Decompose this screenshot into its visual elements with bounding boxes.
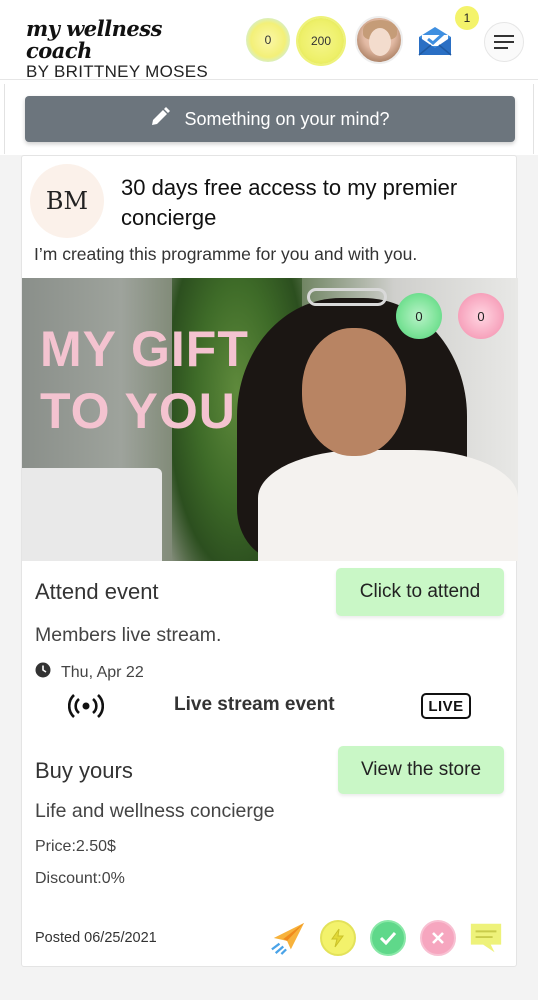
check-icon[interactable]: [370, 920, 406, 956]
event-name: Members live stream.: [35, 624, 222, 646]
post-card: BM 30 days free access to my premier con…: [21, 155, 518, 967]
pencil-icon: [150, 106, 171, 132]
posted-date: Posted 06/25/2021: [35, 930, 157, 946]
event-heading: Attend event: [35, 579, 159, 604]
reaction-pink[interactable]: 0: [458, 293, 504, 339]
paper-plane-icon[interactable]: [270, 920, 306, 956]
live-badge: LIVE: [421, 693, 471, 719]
logo-title: my wellness coach: [26, 16, 162, 63]
notification-badge: 1: [455, 6, 479, 30]
event-date: Thu, Apr 22: [61, 663, 144, 681]
product-discount: Discount:0%: [35, 870, 125, 887]
credits-coin[interactable]: 200: [298, 18, 344, 64]
post-image[interactable]: MY GIFT TO YOU 0 0: [22, 278, 518, 561]
live-stream-label: Live stream event: [174, 694, 335, 715]
attend-button[interactable]: Click to attend: [336, 568, 504, 616]
clock-icon: [35, 662, 51, 683]
post-subtitle: I’m creating this programme for you and …: [34, 244, 418, 264]
credits-value: 200: [310, 34, 332, 48]
live-stream-row: Live stream event LIVE: [22, 688, 518, 724]
product-name: Life and wellness concierge: [35, 800, 275, 822]
author-avatar[interactable]: BM: [30, 164, 104, 238]
points-coin[interactable]: 0: [246, 18, 290, 62]
broadcast-icon: [67, 692, 105, 725]
lightning-icon[interactable]: [320, 920, 356, 956]
logo-byline: BY BRITTNEY MOSES: [26, 62, 209, 81]
close-icon[interactable]: [420, 920, 456, 956]
post-title: 30 days free access to my premier concie…: [121, 175, 458, 230]
brand-logo[interactable]: my wellness coach BY BRITTNEY MOSES: [26, 18, 226, 82]
compose-button[interactable]: Something on your mind?: [25, 96, 515, 142]
chat-icon[interactable]: [468, 920, 504, 956]
product-price: Price:2.50$: [35, 838, 116, 855]
reaction-green[interactable]: 0: [396, 293, 442, 339]
user-avatar[interactable]: [355, 16, 403, 64]
app-header: my wellness coach BY BRITTNEY MOSES 0 20…: [0, 0, 538, 82]
image-caption: MY GIFT TO YOU: [40, 321, 249, 439]
points-value: 0: [264, 33, 272, 47]
compose-placeholder: Something on your mind?: [184, 108, 390, 129]
composer-area: Something on your mind?: [4, 84, 534, 154]
store-heading: Buy yours: [35, 758, 133, 783]
view-store-button[interactable]: View the store: [338, 746, 504, 794]
envelope-icon[interactable]: [416, 24, 454, 58]
event-date-row: Thu, Apr 22: [35, 662, 144, 683]
hamburger-menu-icon[interactable]: [484, 22, 524, 62]
